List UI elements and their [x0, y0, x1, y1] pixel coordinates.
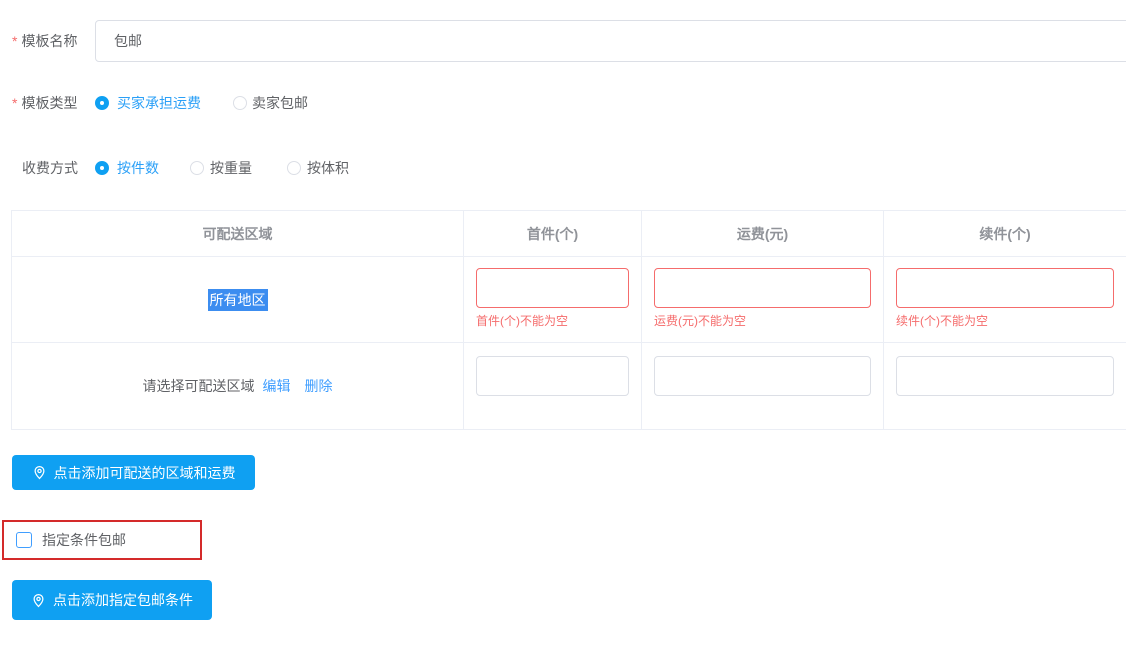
add-area-button-label: 点击添加可配送的区域和运费 — [54, 463, 236, 483]
table-header-row: 可配送区域 首件(个) 运费(元) 续件(个) — [12, 210, 1126, 257]
area-cell-select-area: 请选择可配送区域 编辑 删除 — [12, 343, 464, 429]
shipping-fee-cell — [642, 343, 884, 429]
shipping-fee-error: 运费(元)不能为空 — [654, 312, 871, 329]
radio-by-piece[interactable] — [95, 161, 109, 175]
shipping-fee-input[interactable] — [654, 268, 871, 308]
radio-label-by-volume[interactable]: 按体积 — [307, 158, 349, 178]
charge-method-label: 收费方式 — [22, 158, 78, 178]
radio-seller-free-shipping[interactable] — [233, 96, 247, 110]
shipping-fee-input[interactable] — [654, 356, 871, 396]
first-piece-error: 首件(个)不能为空 — [476, 312, 629, 329]
location-pin-icon — [31, 593, 46, 608]
radio-label-buyer-pays-shipping[interactable]: 买家承担运费 — [117, 93, 201, 113]
conditional-free-shipping-checkbox[interactable] — [16, 532, 32, 548]
first-piece-input[interactable] — [476, 268, 629, 308]
header-additional-piece: 续件(个) — [884, 211, 1126, 256]
first-piece-input[interactable] — [476, 356, 629, 396]
template-name-label-text: 模板名称 — [21, 33, 77, 49]
shipping-template-form: *模板名称 *模板类型 买家承担运费 卖家包邮 收费方式 按件数 按重量 按体积… — [0, 0, 1126, 666]
template-type-label-text: 模板类型 — [21, 95, 77, 111]
additional-piece-error: 续件(个)不能为空 — [896, 312, 1114, 329]
radio-label-by-piece[interactable]: 按件数 — [117, 158, 159, 178]
table-row-all-areas: 所有地区 首件(个)不能为空 运费(元)不能为空 续件(个)不能为空 — [12, 257, 1126, 343]
shipping-rates-table: 可配送区域 首件(个) 运费(元) 续件(个) 所有地区 首件(个)不能为空 运… — [11, 210, 1126, 430]
radio-label-seller-free-shipping[interactable]: 卖家包邮 — [252, 93, 308, 113]
header-shipping-fee: 运费(元) — [642, 211, 884, 256]
select-area-text: 请选择可配送区域 — [143, 376, 255, 396]
add-condition-button-label: 点击添加指定包邮条件 — [53, 590, 193, 610]
additional-piece-cell: 续件(个)不能为空 — [884, 257, 1126, 342]
additional-piece-cell — [884, 343, 1126, 429]
additional-piece-input[interactable] — [896, 356, 1114, 396]
all-areas-selected-text: 所有地区 — [208, 289, 268, 311]
radio-by-volume[interactable] — [287, 161, 301, 175]
radio-buyer-pays-shipping[interactable] — [95, 96, 109, 110]
conditional-free-shipping-label[interactable]: 指定条件包邮 — [42, 530, 126, 550]
first-piece-cell — [464, 343, 642, 429]
conditional-free-shipping-highlight-frame: 指定条件包邮 — [2, 520, 202, 560]
add-condition-button[interactable]: 点击添加指定包邮条件 — [12, 580, 212, 620]
template-name-row: *模板名称 — [0, 20, 1126, 62]
shipping-fee-cell: 运费(元)不能为空 — [642, 257, 884, 342]
additional-piece-input[interactable] — [896, 268, 1114, 308]
first-piece-cell: 首件(个)不能为空 — [464, 257, 642, 342]
location-pin-icon — [32, 465, 47, 480]
delete-area-link[interactable]: 删除 — [305, 376, 333, 396]
template-type-row: *模板类型 买家承担运费 卖家包邮 — [0, 82, 1126, 124]
required-asterisk: * — [12, 95, 17, 111]
header-first-piece: 首件(个) — [464, 211, 642, 256]
template-name-label: *模板名称 — [12, 31, 77, 51]
header-deliverable-area: 可配送区域 — [12, 211, 464, 256]
edit-area-link[interactable]: 编辑 — [263, 376, 291, 396]
radio-by-weight[interactable] — [190, 161, 204, 175]
area-cell-all-areas: 所有地区 — [12, 257, 464, 342]
table-row-select-area: 请选择可配送区域 编辑 删除 — [12, 343, 1126, 430]
template-type-label: *模板类型 — [12, 93, 77, 113]
radio-label-by-weight[interactable]: 按重量 — [210, 158, 252, 178]
add-area-button[interactable]: 点击添加可配送的区域和运费 — [12, 455, 255, 490]
template-name-input[interactable] — [95, 20, 1126, 62]
required-asterisk: * — [12, 33, 17, 49]
charge-method-row: 收费方式 按件数 按重量 按体积 — [0, 147, 1126, 189]
